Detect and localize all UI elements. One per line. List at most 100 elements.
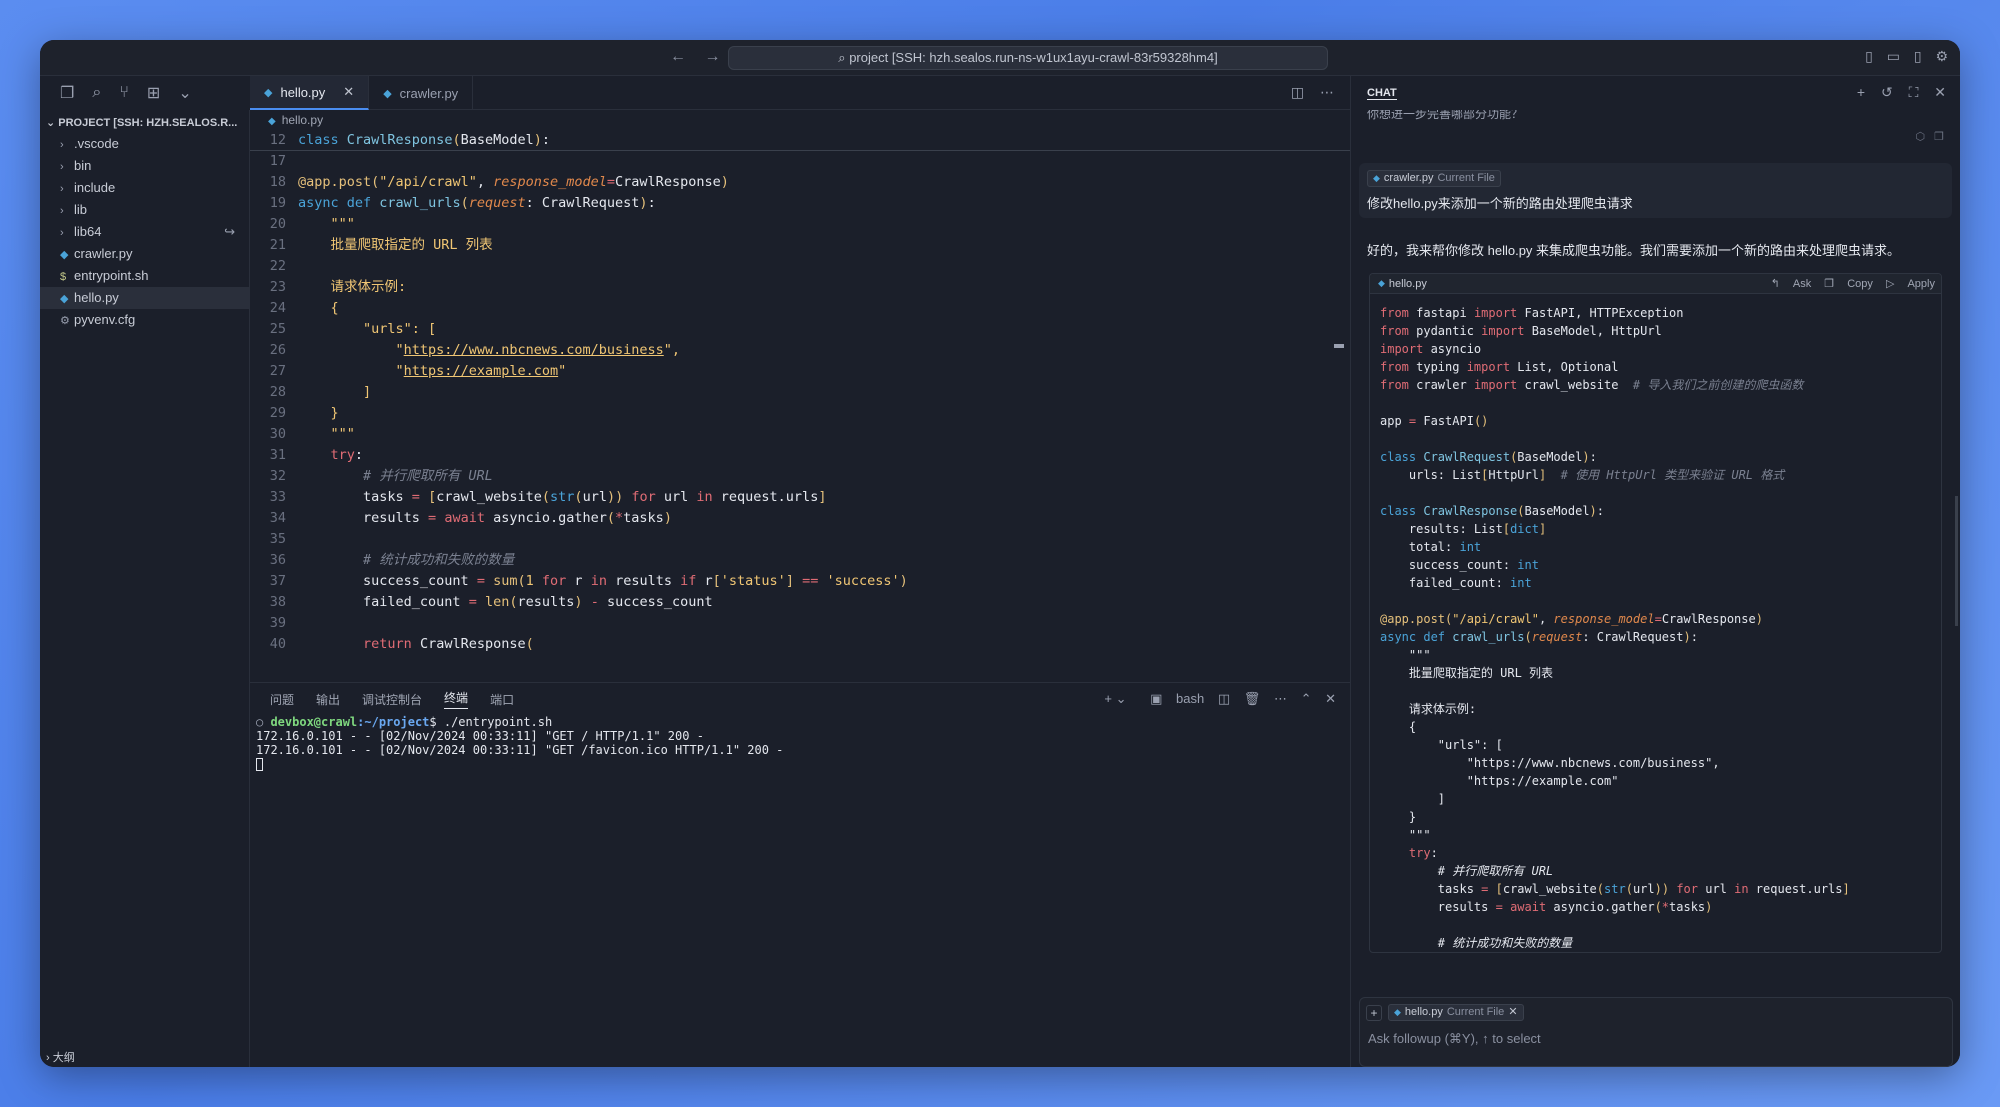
toggle-panel-icon[interactable]: ▭	[1887, 48, 1900, 64]
forward-arrow-icon[interactable]: →	[704, 48, 720, 65]
prompt-marker-icon: ○	[256, 715, 271, 729]
tree-item-label: bin	[74, 158, 92, 173]
tab-ports[interactable]: 端口	[490, 691, 514, 708]
code-line: 19 async def crawl_urls(request: CrawlReq…	[250, 193, 1350, 214]
add-context-button[interactable]: +	[1366, 1004, 1382, 1021]
split-editor-icon[interactable]: ◫	[1291, 84, 1304, 100]
breadcrumb[interactable]: ◆ hello.py	[250, 110, 1350, 130]
back-arrow-icon[interactable]: ←	[670, 48, 686, 65]
line-number: 40	[269, 636, 286, 652]
line-number: 12	[269, 132, 286, 148]
python-file-icon: ◆	[60, 293, 69, 305]
code-text: {	[298, 300, 339, 316]
code-line: 35	[250, 529, 1350, 550]
cube-icon[interactable]: ⬡	[1915, 131, 1925, 143]
tree-item-lib64[interactable]: › lib64 ↪	[40, 221, 249, 243]
shell-file-icon: $	[60, 271, 67, 283]
search-icon[interactable]: ⌕	[92, 84, 101, 102]
code-editor[interactable]: 12 class CrawlResponse(BaseModel): 17 18 @…	[250, 130, 1350, 682]
tree-item-label: entrypoint.sh	[74, 268, 149, 283]
tab-debug-console[interactable]: 调试控制台	[362, 691, 422, 708]
titlebar: ← → ⌕ project [SSH: hzh.sealos.run-ns-w1…	[40, 40, 1960, 76]
python-file-icon: ◆	[383, 87, 392, 100]
history-icon[interactable]: ↺	[1881, 84, 1893, 100]
new-terminal-icon[interactable]: + ⌄	[1104, 691, 1126, 706]
more-actions-icon[interactable]: ⋯	[1320, 84, 1334, 100]
code-text: # 并行爬取所有 URL	[298, 468, 493, 484]
python-file-icon: ◆	[264, 86, 273, 99]
close-icon[interactable]: ✕	[1508, 1006, 1517, 1018]
ask-button[interactable]: ↰ Ask	[1771, 278, 1812, 290]
chevron-down-icon[interactable]: ⌄	[178, 83, 191, 103]
line-number: 28	[269, 384, 286, 400]
tree-item-lib[interactable]: › lib	[40, 199, 249, 221]
copy-icon[interactable]: ❐	[1934, 131, 1944, 143]
close-icon[interactable]: ✕	[1934, 84, 1946, 100]
close-icon[interactable]: ✕	[343, 84, 354, 100]
context-chip[interactable]: ◆ hello.py Current File ✕	[1388, 1004, 1524, 1021]
more-actions-icon[interactable]: ⋯	[1274, 691, 1287, 706]
line-number: 27	[269, 363, 286, 379]
source-control-icon[interactable]: ⑂	[119, 84, 129, 102]
user-message[interactable]: ◆ crawler.py Current File 修改hello.py来添加一个新…	[1359, 163, 1952, 218]
maximize-panel-icon[interactable]: ⌃	[1301, 691, 1312, 706]
code-text: "https://example.com"	[298, 363, 567, 379]
tab-terminal[interactable]: 终端	[444, 689, 469, 709]
gear-icon[interactable]: ⚙	[1935, 48, 1948, 64]
terminal-output[interactable]: ○ devbox@crawl:~/project$ ./entrypoint.s…	[250, 715, 1350, 771]
project-header[interactable]: ⌄ PROJECT [SSH: HZH.SEALOS.R...	[40, 110, 249, 133]
chat-input-placeholder[interactable]: Ask followup (⌘Y), ↑ to select	[1360, 1031, 1952, 1047]
chevron-down-icon: ⌄	[46, 117, 59, 129]
tree-item-label: .vscode	[74, 136, 119, 151]
command-center[interactable]: ⌕ project [SSH: hzh.sealos.run-ns-w1ux1a…	[728, 46, 1328, 70]
code-text: return CrawlResponse(	[363, 636, 534, 652]
line-number: 20	[269, 216, 286, 232]
prompt-user: devbox@crawl	[270, 715, 358, 729]
symlink-icon: ↪	[224, 224, 235, 239]
chat-panel: CHAT + ↺ ⛶ ✕ 你想进一步完善哪部分功能？ ⬡ ❐ ◆ crawler.…	[1350, 76, 1960, 1067]
copy-button[interactable]: ❐ Copy	[1824, 278, 1873, 290]
tree-item-pyvenv-cfg[interactable]: ⚙ pyvenv.cfg	[40, 309, 249, 331]
prompt-path: :~/project	[357, 715, 430, 729]
new-chat-icon[interactable]: +	[1857, 84, 1865, 100]
search-icon: ⌕	[838, 50, 850, 65]
bash-shell-indicator[interactable]: ▣ bash	[1140, 691, 1204, 706]
extensions-icon[interactable]: ⊞	[147, 83, 160, 103]
context-chip[interactable]: ◆ crawler.py Current File	[1367, 170, 1501, 187]
trash-icon[interactable]: 🗑	[1244, 691, 1261, 706]
apply-button[interactable]: ▷ Apply	[1886, 278, 1935, 290]
chat-input-box[interactable]: + ◆ hello.py Current File ✕ Ask followup (⌘…	[1359, 997, 1953, 1067]
toggle-sidebar-icon[interactable]: ▯	[1865, 48, 1873, 64]
maximize-icon[interactable]: ⛶	[1909, 84, 1919, 100]
split-terminal-icon[interactable]: ◫	[1218, 691, 1230, 706]
tree-item-bin[interactable]: › bin	[40, 155, 249, 177]
code-text: }	[298, 405, 339, 421]
tree-item-hello-py[interactable]: ◆ hello.py	[40, 287, 249, 309]
terminal-line: ○ devbox@crawl:~/project$ ./entrypoint.s…	[256, 715, 1350, 729]
command-center-label: project [SSH: hzh.sealos.run-ns-w1ux1ayu…	[849, 50, 1218, 65]
tab-output[interactable]: 输出	[316, 691, 340, 708]
chat-scrollbar[interactable]	[1955, 496, 1958, 626]
outline-section[interactable]: › 大纲	[46, 1049, 75, 1065]
tab-problems[interactable]: 问题	[270, 691, 294, 708]
code-line: 34 results = await asyncio.gather(*tasks…	[250, 508, 1350, 529]
tab-crawler-py[interactable]: ◆ crawler.py	[369, 76, 474, 110]
tree-item-crawler-py[interactable]: ◆ crawler.py	[40, 243, 249, 265]
tree-item-vscode[interactable]: › .vscode	[40, 133, 249, 155]
tree-item-label: include	[74, 180, 116, 195]
code-text: tasks = [crawl_website(str(url)) for url…	[298, 489, 827, 505]
code-text: """	[298, 426, 355, 442]
code-line: 40 return CrawlResponse(	[250, 634, 1350, 655]
code-line: 22	[250, 256, 1350, 277]
line-number: 31	[269, 447, 286, 463]
code-block-content[interactable]: from fastapi import FastAPI, HTTPExcepti…	[1370, 294, 1941, 952]
tree-item-entrypoint-sh[interactable]: $ entrypoint.sh	[40, 265, 249, 287]
tab-label: crawler.py	[399, 85, 459, 101]
tree-item-include[interactable]: › include	[40, 177, 249, 199]
code-line: 12 class CrawlResponse(BaseModel):	[250, 130, 1350, 151]
tab-hello-py[interactable]: ◆ hello.py ✕	[250, 76, 370, 110]
close-icon[interactable]: ✕	[1325, 691, 1336, 706]
toggle-secondary-sidebar-icon[interactable]: ▯	[1914, 48, 1922, 64]
code-text: try:	[330, 447, 364, 463]
explorer-icon[interactable]: ❐	[60, 83, 74, 103]
